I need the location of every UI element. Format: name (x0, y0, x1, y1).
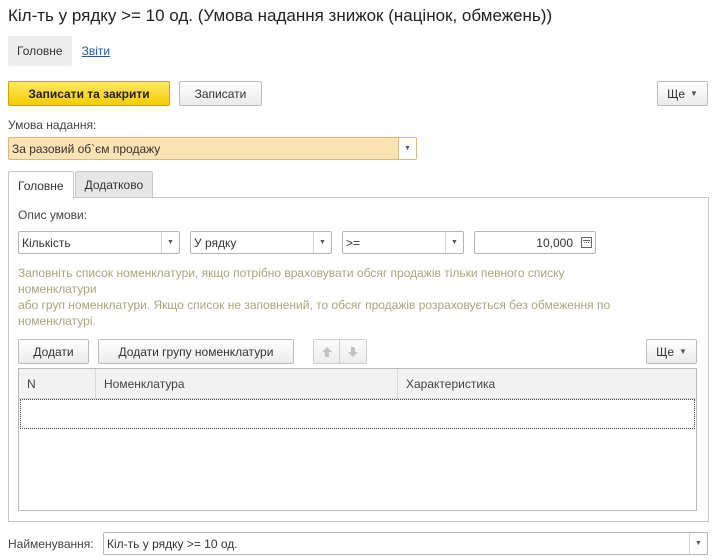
hint-text: Заповніть список номенклатури, якщо потр… (18, 265, 688, 329)
table-row[interactable] (20, 399, 695, 429)
amount-input[interactable]: 10,000 (474, 231, 596, 254)
condition-label: Умова надання: (8, 118, 97, 132)
arrow-down-icon (348, 346, 358, 357)
operator-value: >= (346, 235, 361, 250)
nav-main[interactable]: Головне (8, 36, 72, 66)
scope-value: У рядку (194, 235, 237, 250)
hint-line: Заповніть список номенклатури, якщо потр… (18, 266, 565, 280)
column-header-nomenclature[interactable]: Номенклатура (96, 369, 398, 398)
list-more-button[interactable]: Ще ▼ (646, 339, 697, 364)
table-header: N Номенклатура Характеристика (19, 369, 696, 399)
hint-line: або груп номенклатури. Якщо список не за… (18, 298, 611, 312)
hint-line: номенклатурі. (18, 314, 96, 328)
operator-select[interactable]: >= ▼ (342, 231, 464, 254)
hint-line: номенклатури (18, 282, 97, 296)
tab-main[interactable]: Головне (8, 171, 74, 199)
chevron-down-icon: ▼ (690, 89, 698, 98)
window-title: Кіл-ть у рядку >= 10 од. (Умова надання … (8, 6, 553, 25)
more-button-label: Ще (667, 86, 685, 101)
nav-reports-link[interactable]: Звіти (82, 44, 111, 58)
list-more-label: Ще (656, 344, 674, 359)
condition-select[interactable]: За разовий об`єм продажу ▼ (8, 137, 417, 160)
add-group-button[interactable]: Додати групу номенклатури (98, 339, 294, 364)
name-input[interactable]: Кіл-ть у рядку >= 10 од. ▼ (103, 532, 708, 555)
column-header-characteristic[interactable]: Характеристика (398, 369, 696, 398)
move-up-button[interactable] (313, 339, 340, 364)
quantity-value: Кількість (22, 235, 71, 250)
chevron-down-icon[interactable]: ▼ (313, 232, 331, 253)
name-value: Кіл-ть у рядку >= 10 од. (107, 536, 238, 551)
save-button[interactable]: Записати (179, 81, 262, 106)
chevron-down-icon[interactable]: ▼ (689, 533, 707, 554)
calculator-icon[interactable] (577, 232, 595, 253)
condition-value: За разовий об`єм продажу (12, 141, 161, 156)
nomenclature-table: N Номенклатура Характеристика (18, 368, 697, 511)
description-label: Опис умови: (18, 208, 88, 222)
chevron-down-icon[interactable]: ▼ (445, 232, 463, 253)
tab-additional[interactable]: Додатково (74, 171, 154, 198)
save-and-close-button[interactable]: Записати та закрити (8, 81, 170, 106)
name-label: Найменування: (8, 537, 94, 551)
quantity-select[interactable]: Кількість ▼ (18, 231, 180, 254)
chevron-down-icon[interactable]: ▼ (161, 232, 179, 253)
move-down-button[interactable] (340, 339, 367, 364)
column-header-n[interactable]: N (19, 369, 96, 398)
add-button[interactable]: Додати (18, 339, 89, 364)
arrow-up-icon (321, 346, 332, 357)
scope-select[interactable]: У рядку ▼ (190, 231, 332, 254)
amount-value: 10,000 (536, 235, 573, 250)
top-navigation: Головне Звіти (8, 36, 110, 66)
chevron-down-icon: ▼ (679, 347, 687, 356)
more-button[interactable]: Ще ▼ (657, 81, 708, 106)
tab-bar: Головне Додатково (8, 171, 154, 199)
chevron-down-icon[interactable]: ▼ (398, 138, 416, 159)
